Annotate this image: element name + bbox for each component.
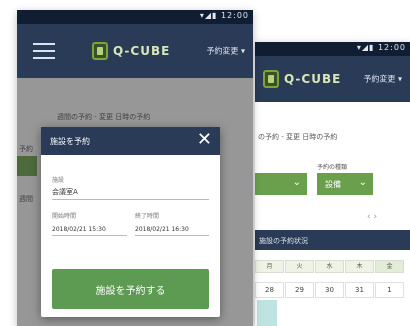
calendar-pager[interactable]: ‹ › <box>367 212 377 222</box>
weekday-cell: 水 <box>315 260 344 273</box>
facility-field[interactable]: 会議室A <box>52 187 209 200</box>
date-cell[interactable]: 1 <box>375 282 404 298</box>
weekday-cell: 火 <box>285 260 314 273</box>
select-right[interactable]: 設備 ⌄ <box>317 173 373 195</box>
chevron-down-icon: ⌄ <box>292 177 301 188</box>
select-left[interactable]: ⌄ <box>255 173 307 195</box>
weekday-cell: 金 <box>375 260 404 273</box>
start-time-field[interactable]: 2018/02/21 15:30 <box>52 226 127 236</box>
selected-slot[interactable] <box>257 300 277 326</box>
logo-mark-icon <box>263 70 279 88</box>
modal-title: 施設を予約 <box>50 137 90 146</box>
close-icon[interactable]: ✕ <box>197 131 212 149</box>
subtabs[interactable]: の予約 - 変更 日時の予約 <box>258 132 337 142</box>
user-menu[interactable]: 予約変更 ▾ <box>206 46 245 57</box>
status-icons: ▾◢▮ 12:00 <box>356 43 406 52</box>
weekday-cell: 木 <box>345 260 374 273</box>
app-bar: Q-CUBE 予約変更 ▾ <box>255 56 410 102</box>
date-cell[interactable]: 28 <box>255 282 284 298</box>
date-cell[interactable]: 30 <box>315 282 344 298</box>
logo: Q-CUBE <box>92 42 170 60</box>
status-bar: ▾◢▮ 12:00 <box>17 10 253 24</box>
reservation-modal: 施設を予約 ✕ 施設 会議室A 開始時間 2018/02/21 15:30 終了… <box>41 127 220 317</box>
logo-text: Q-CUBE <box>113 44 171 58</box>
facility-label: 施設 <box>52 177 65 184</box>
reserve-button[interactable]: 施設を予約する <box>52 269 209 309</box>
start-time-label: 開始時間 <box>52 213 77 220</box>
status-icons: ▾◢▮ 12:00 <box>199 11 249 20</box>
date-cell[interactable]: 31 <box>345 282 374 298</box>
status-bar: ▾◢▮ 12:00 <box>255 42 410 56</box>
end-time-field[interactable]: 2018/02/21 16:30 <box>135 226 209 236</box>
calendar-header: 施設の予約状況 <box>255 230 410 250</box>
logo-mark-icon <box>92 42 108 60</box>
menu-icon[interactable] <box>33 43 55 59</box>
field-label: 予約の種類 <box>317 164 348 171</box>
chevron-down-icon: ⌄ <box>358 177 367 188</box>
back-phone-screen: ▾◢▮ 12:00 Q-CUBE 予約変更 ▾ の予約 - 変更 日時の予約 予… <box>255 42 410 326</box>
logo: Q-CUBE <box>263 70 341 88</box>
user-menu[interactable]: 予約変更 ▾ <box>363 74 402 85</box>
logo-text: Q-CUBE <box>284 72 342 86</box>
end-time-label: 終了時間 <box>135 213 160 220</box>
calendar-title: 施設の予約状況 <box>259 237 308 245</box>
modal-header: 施設を予約 ✕ <box>41 127 220 155</box>
app-bar: Q-CUBE 予約変更 ▾ <box>17 24 253 78</box>
weekday-cell: 月 <box>255 260 284 273</box>
date-cell[interactable]: 29 <box>285 282 314 298</box>
